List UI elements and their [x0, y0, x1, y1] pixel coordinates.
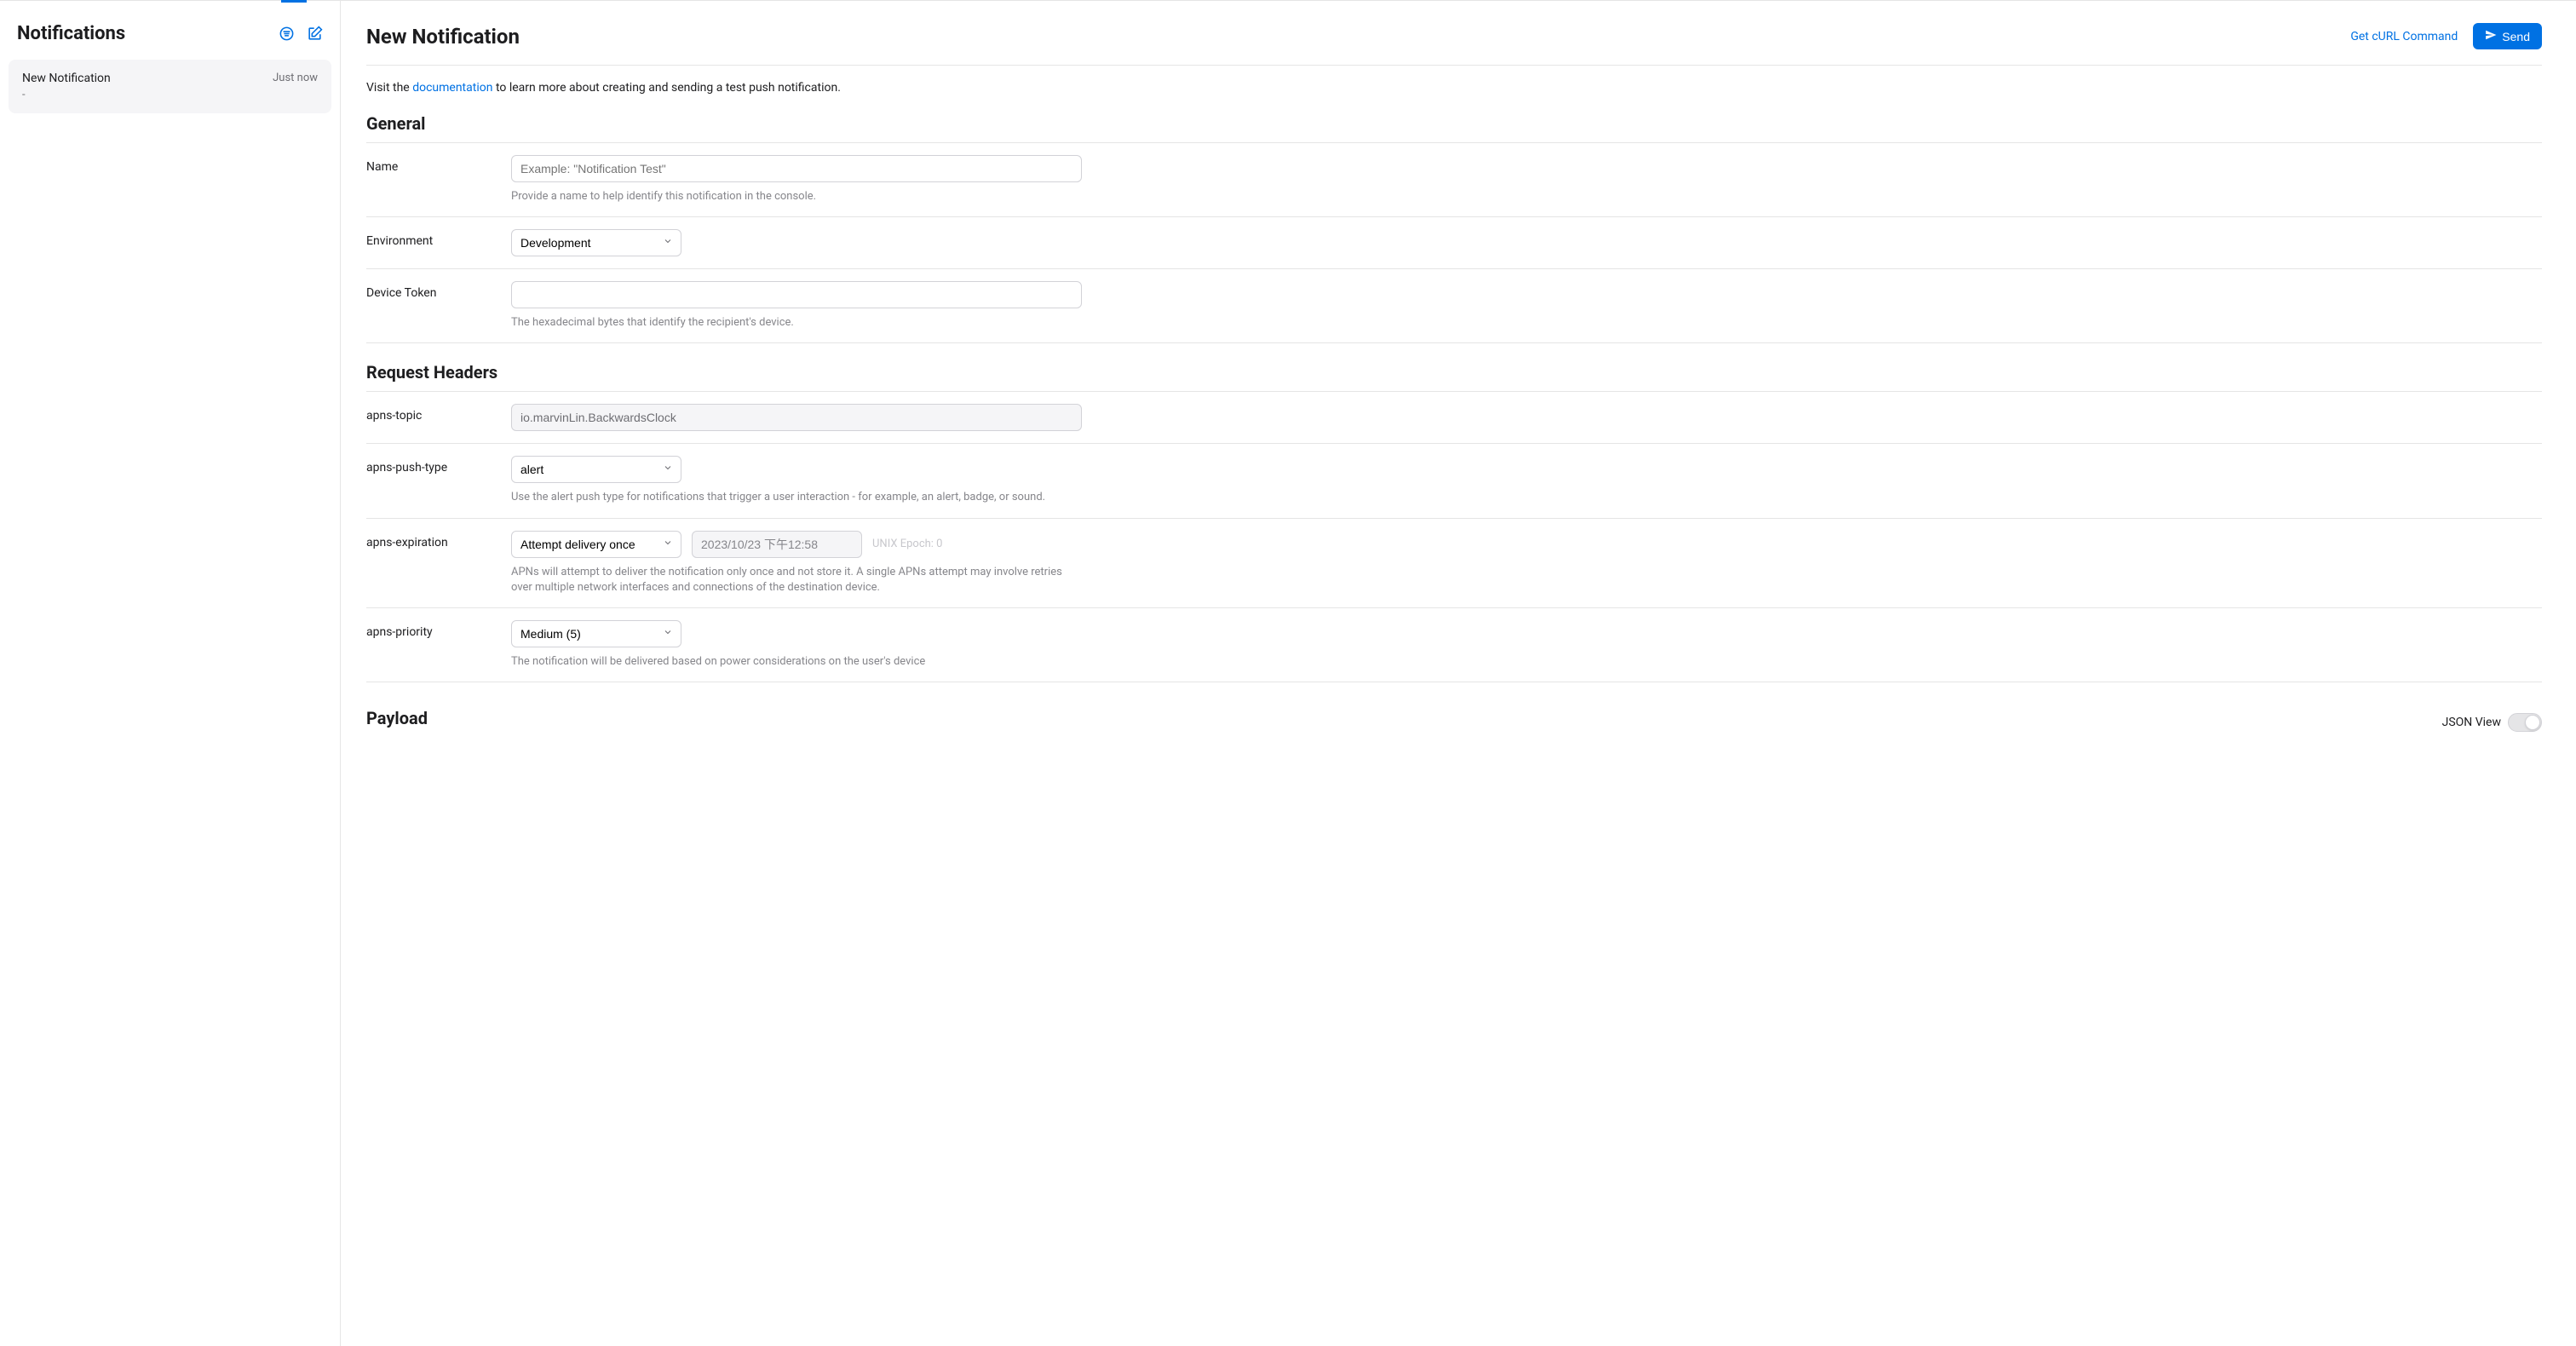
section-title-general: General	[366, 113, 2542, 134]
notification-item-subtitle: -	[22, 89, 111, 101]
page-title: New Notification	[366, 25, 520, 49]
filter-icon[interactable]	[279, 26, 295, 42]
notification-list-item[interactable]: New Notification - Just now	[9, 60, 331, 113]
row-device-token: Device Token The hexadecimal bytes that …	[366, 269, 2542, 343]
intro-text: Visit the documentation to learn more ab…	[366, 81, 2542, 95]
apns-priority-select[interactable]: Medium (5)	[511, 620, 681, 647]
label-apns-push-type: apns-push-type	[366, 456, 511, 475]
json-view-label: JSON View	[2442, 716, 2501, 729]
name-helper: Provide a name to help identify this not…	[511, 189, 1082, 204]
main-content: New Notification Get cURL Command Send V…	[341, 1, 2576, 1346]
apns-expiration-mode-value: Attempt delivery once	[520, 538, 635, 551]
apns-push-type-select[interactable]: alert	[511, 456, 681, 483]
label-environment: Environment	[366, 229, 511, 248]
device-token-input[interactable]	[511, 281, 1082, 308]
section-title-request-headers: Request Headers	[366, 362, 2542, 383]
apns-priority-helper: The notification will be delivered based…	[511, 654, 1082, 670]
section-title-payload: Payload	[366, 708, 428, 728]
row-environment: Environment Development	[366, 217, 2542, 269]
header-actions: Get cURL Command Send	[2350, 23, 2542, 49]
environment-value: Development	[520, 236, 591, 250]
device-token-helper: The hexadecimal bytes that identify the …	[511, 315, 1082, 331]
documentation-link[interactable]: documentation	[412, 81, 492, 95]
payload-header: Payload JSON View	[366, 708, 2542, 737]
row-name: Name Provide a name to help identify thi…	[366, 143, 2542, 217]
send-icon	[2485, 29, 2497, 43]
label-apns-topic: apns-topic	[366, 404, 511, 423]
row-apns-topic: apns-topic	[366, 392, 2542, 444]
intro-prefix: Visit the	[366, 81, 412, 95]
row-apns-priority: apns-priority Medium (5) The notificatio…	[366, 608, 2542, 682]
label-name: Name	[366, 155, 511, 174]
apns-expiration-mode-select[interactable]: Attempt delivery once	[511, 531, 681, 558]
label-apns-expiration: apns-expiration	[366, 531, 511, 549]
send-button[interactable]: Send	[2473, 23, 2542, 49]
get-curl-link[interactable]: Get cURL Command	[2350, 30, 2458, 43]
apns-push-type-value: alert	[520, 463, 543, 476]
unix-epoch-label: UNIX Epoch: 0	[872, 538, 942, 550]
notification-item-text: New Notification -	[22, 72, 111, 101]
apns-expiration-date	[692, 531, 862, 558]
name-input[interactable]	[511, 155, 1082, 182]
sidebar-header: Notifications	[9, 18, 331, 60]
apns-topic-input	[511, 404, 1082, 431]
toggle-knob	[2525, 715, 2540, 730]
sidebar-title: Notifications	[17, 23, 125, 44]
send-button-label: Send	[2502, 30, 2530, 43]
environment-select[interactable]: Development	[511, 229, 681, 256]
apns-expiration-helper: APNs will attempt to deliver the notific…	[511, 565, 1082, 595]
apns-priority-value: Medium (5)	[520, 627, 581, 641]
json-view-toggle-wrap: JSON View	[2442, 713, 2542, 732]
json-view-toggle[interactable]	[2508, 713, 2542, 732]
top-tab-indicator	[281, 0, 307, 3]
intro-suffix: to learn more about creating and sending…	[492, 81, 840, 95]
row-apns-expiration: apns-expiration Attempt delivery once UN…	[366, 519, 2542, 608]
compose-icon[interactable]	[307, 26, 323, 42]
apns-push-type-helper: Use the alert push type for notification…	[511, 490, 1082, 505]
sidebar: Notifications	[0, 1, 341, 1346]
app-root: Notifications	[0, 0, 2576, 1346]
main-header: New Notification Get cURL Command Send	[366, 23, 2542, 49]
sidebar-actions	[279, 26, 323, 42]
label-device-token: Device Token	[366, 281, 511, 300]
row-apns-push-type: apns-push-type alert Use the alert push …	[366, 444, 2542, 518]
label-apns-priority: apns-priority	[366, 620, 511, 639]
notification-item-time: Just now	[273, 72, 318, 84]
notification-item-title: New Notification	[22, 72, 111, 85]
header-divider	[366, 65, 2542, 66]
